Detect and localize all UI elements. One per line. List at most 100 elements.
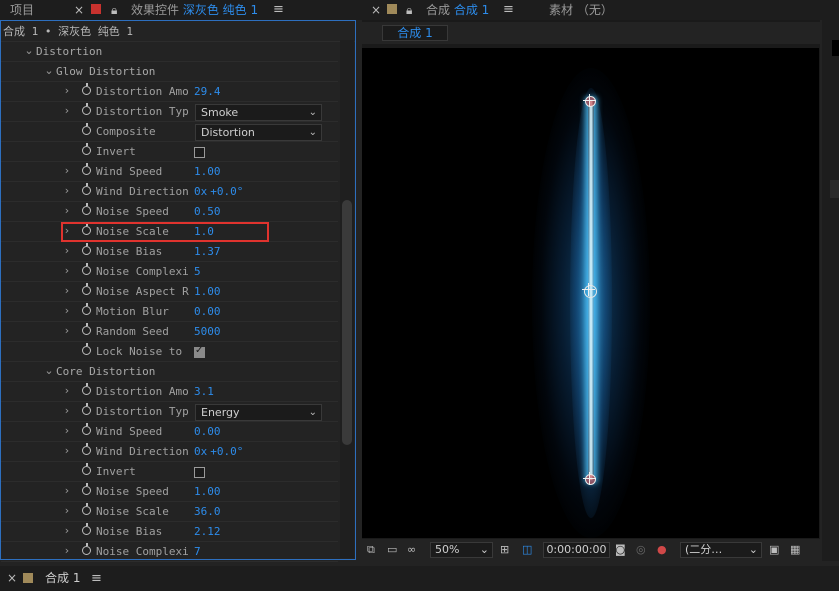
property-checkbox[interactable] [194, 345, 205, 358]
chevron-right-icon[interactable]: › [61, 544, 73, 558]
stopwatch-icon[interactable] [82, 443, 91, 455]
always-preview-icon[interactable]: ⧉ [367, 542, 375, 558]
stopwatch-icon[interactable] [82, 343, 91, 355]
property-value[interactable]: 0x +0.0° [194, 444, 243, 460]
tab-composition[interactable]: 合成 合成 1 [426, 2, 489, 18]
property-row[interactable]: Lock Noise to S [1, 342, 338, 362]
property-row[interactable]: › Noise Speed 0.50 [1, 202, 338, 222]
property-row[interactable]: › Wind Direction 0x +0.0° [1, 182, 338, 202]
monitor-icon[interactable]: ▭ [387, 542, 397, 558]
region-of-interest-icon[interactable]: ▣ [769, 542, 779, 558]
property-value[interactable]: 0.00 [194, 304, 221, 320]
transparency-grid-icon[interactable]: ▦ [790, 542, 800, 558]
stopwatch-icon[interactable] [82, 303, 91, 315]
stopwatch-icon[interactable] [82, 183, 91, 195]
composition-viewer[interactable] [362, 48, 819, 538]
property-row[interactable]: › Distortion Amou 3.1 [1, 382, 338, 402]
chevron-right-icon[interactable]: › [61, 244, 73, 258]
property-row[interactable]: › Noise Scale 36.0 [1, 502, 338, 522]
chevron-down-icon[interactable]: ⌄ [23, 44, 35, 58]
tab-timeline[interactable]: 合成 1 [45, 570, 80, 586]
end-point-handle[interactable] [583, 472, 596, 485]
chevron-right-icon[interactable]: › [61, 304, 73, 318]
lock-icon[interactable]: 🔒︎ [406, 2, 412, 18]
stopwatch-icon[interactable] [82, 323, 91, 335]
tab-effect-controls[interactable]: 效果控件 深灰色 纯色 1 [131, 2, 258, 18]
stopwatch-icon[interactable] [82, 423, 91, 435]
property-row[interactable]: › Distortion Type Energy ⌄ [1, 402, 338, 422]
property-row[interactable]: › Distortion Amou 29.4 [1, 82, 338, 102]
chevron-right-icon[interactable]: › [61, 424, 73, 438]
property-row[interactable]: › Wind Speed 1.00 [1, 162, 338, 182]
mask-icon[interactable]: ∞ [407, 542, 416, 558]
anchor-point-handle[interactable] [582, 283, 597, 298]
angle-degrees[interactable]: +0.0° [210, 185, 243, 198]
stopwatch-icon[interactable] [82, 543, 91, 555]
angle-degrees[interactable]: +0.0° [210, 445, 243, 458]
angle-revolutions[interactable]: 0x [194, 185, 207, 198]
tab-footage[interactable]: 素材 （无） [549, 2, 613, 18]
chevron-right-icon[interactable]: › [61, 444, 73, 458]
stopwatch-icon[interactable] [82, 103, 91, 115]
chevron-right-icon[interactable]: › [61, 324, 73, 338]
close-icon[interactable]: × [7, 570, 17, 586]
stopwatch-icon[interactable] [82, 263, 91, 275]
stopwatch-icon[interactable] [82, 523, 91, 535]
stopwatch-icon[interactable] [82, 283, 91, 295]
stopwatch-icon[interactable] [82, 483, 91, 495]
chevron-right-icon[interactable]: › [61, 264, 73, 278]
angle-revolutions[interactable]: 0x [194, 445, 207, 458]
property-dropdown[interactable]: Energy ⌄ [195, 404, 322, 421]
panel-menu-icon[interactable]: ≡ [91, 571, 102, 586]
chevron-right-icon[interactable]: › [61, 404, 73, 418]
close-icon[interactable]: × [74, 2, 84, 18]
stopwatch-icon[interactable] [82, 503, 91, 515]
chevron-right-icon[interactable]: › [61, 484, 73, 498]
property-value[interactable]: 7 [194, 544, 201, 560]
property-value[interactable]: 36.0 [194, 504, 221, 520]
zoom-dropdown[interactable]: 50% ⌄ [430, 542, 493, 558]
stopwatch-icon[interactable] [82, 163, 91, 175]
property-row[interactable]: › Motion Blur 0.00 [1, 302, 338, 322]
property-row[interactable]: › Random Seed 5000 [1, 322, 338, 342]
property-row[interactable]: › Noise Aspect Ra 1.00 [1, 282, 338, 302]
property-value[interactable]: 5000 [194, 324, 221, 340]
stopwatch-icon[interactable] [82, 463, 91, 475]
chevron-right-icon[interactable]: › [61, 284, 73, 298]
property-row[interactable]: › Noise Bias 2.12 [1, 522, 338, 542]
property-value[interactable]: 3.1 [194, 384, 214, 400]
property-value[interactable]: 5 [194, 264, 201, 280]
scrollbar-thumb[interactable] [342, 200, 352, 445]
chevron-right-icon[interactable]: › [61, 504, 73, 518]
stopwatch-icon[interactable] [82, 383, 91, 395]
region-icon[interactable]: ◫ [522, 542, 532, 558]
resolution-dropdown[interactable]: (二分… ⌄ [680, 542, 762, 558]
chevron-right-icon[interactable]: › [61, 204, 73, 218]
composition-nav-tab[interactable]: 合成 1 [382, 25, 448, 41]
stopwatch-icon[interactable] [82, 123, 91, 135]
chevron-down-icon[interactable]: ⌄ [43, 64, 55, 78]
camera-icon[interactable]: ◙ [615, 542, 626, 558]
property-checkbox[interactable] [194, 147, 205, 158]
chevron-right-icon[interactable]: › [61, 524, 73, 538]
start-point-handle[interactable] [583, 94, 596, 107]
property-row[interactable]: › Distortion Type Smoke ⌄ [1, 102, 338, 122]
stopwatch-icon[interactable] [82, 203, 91, 215]
chevron-right-icon[interactable]: › [61, 184, 73, 198]
chevron-right-icon[interactable]: › [61, 384, 73, 398]
panel-menu-icon[interactable]: ≡ [273, 2, 284, 17]
property-value[interactable]: 1.00 [194, 284, 221, 300]
property-row[interactable]: › Wind Speed 0.00 [1, 422, 338, 442]
panel-tab[interactable] [830, 180, 839, 198]
property-value[interactable]: 0.00 [194, 424, 221, 440]
chevron-right-icon[interactable]: › [61, 84, 73, 98]
property-row[interactable]: › Noise Complexit 7 [1, 542, 338, 562]
stopwatch-icon[interactable] [82, 143, 91, 155]
property-dropdown[interactable]: Distortion ⌄ [195, 124, 322, 141]
frame-icon[interactable]: ⊞ [500, 542, 509, 558]
property-row[interactable]: Composite Distortion ⌄ [1, 122, 338, 142]
chevron-down-icon[interactable]: ⌄ [43, 364, 55, 378]
property-value[interactable]: 1.00 [194, 164, 221, 180]
chevron-right-icon[interactable]: › [61, 104, 73, 118]
property-dropdown[interactable]: Smoke ⌄ [195, 104, 322, 121]
